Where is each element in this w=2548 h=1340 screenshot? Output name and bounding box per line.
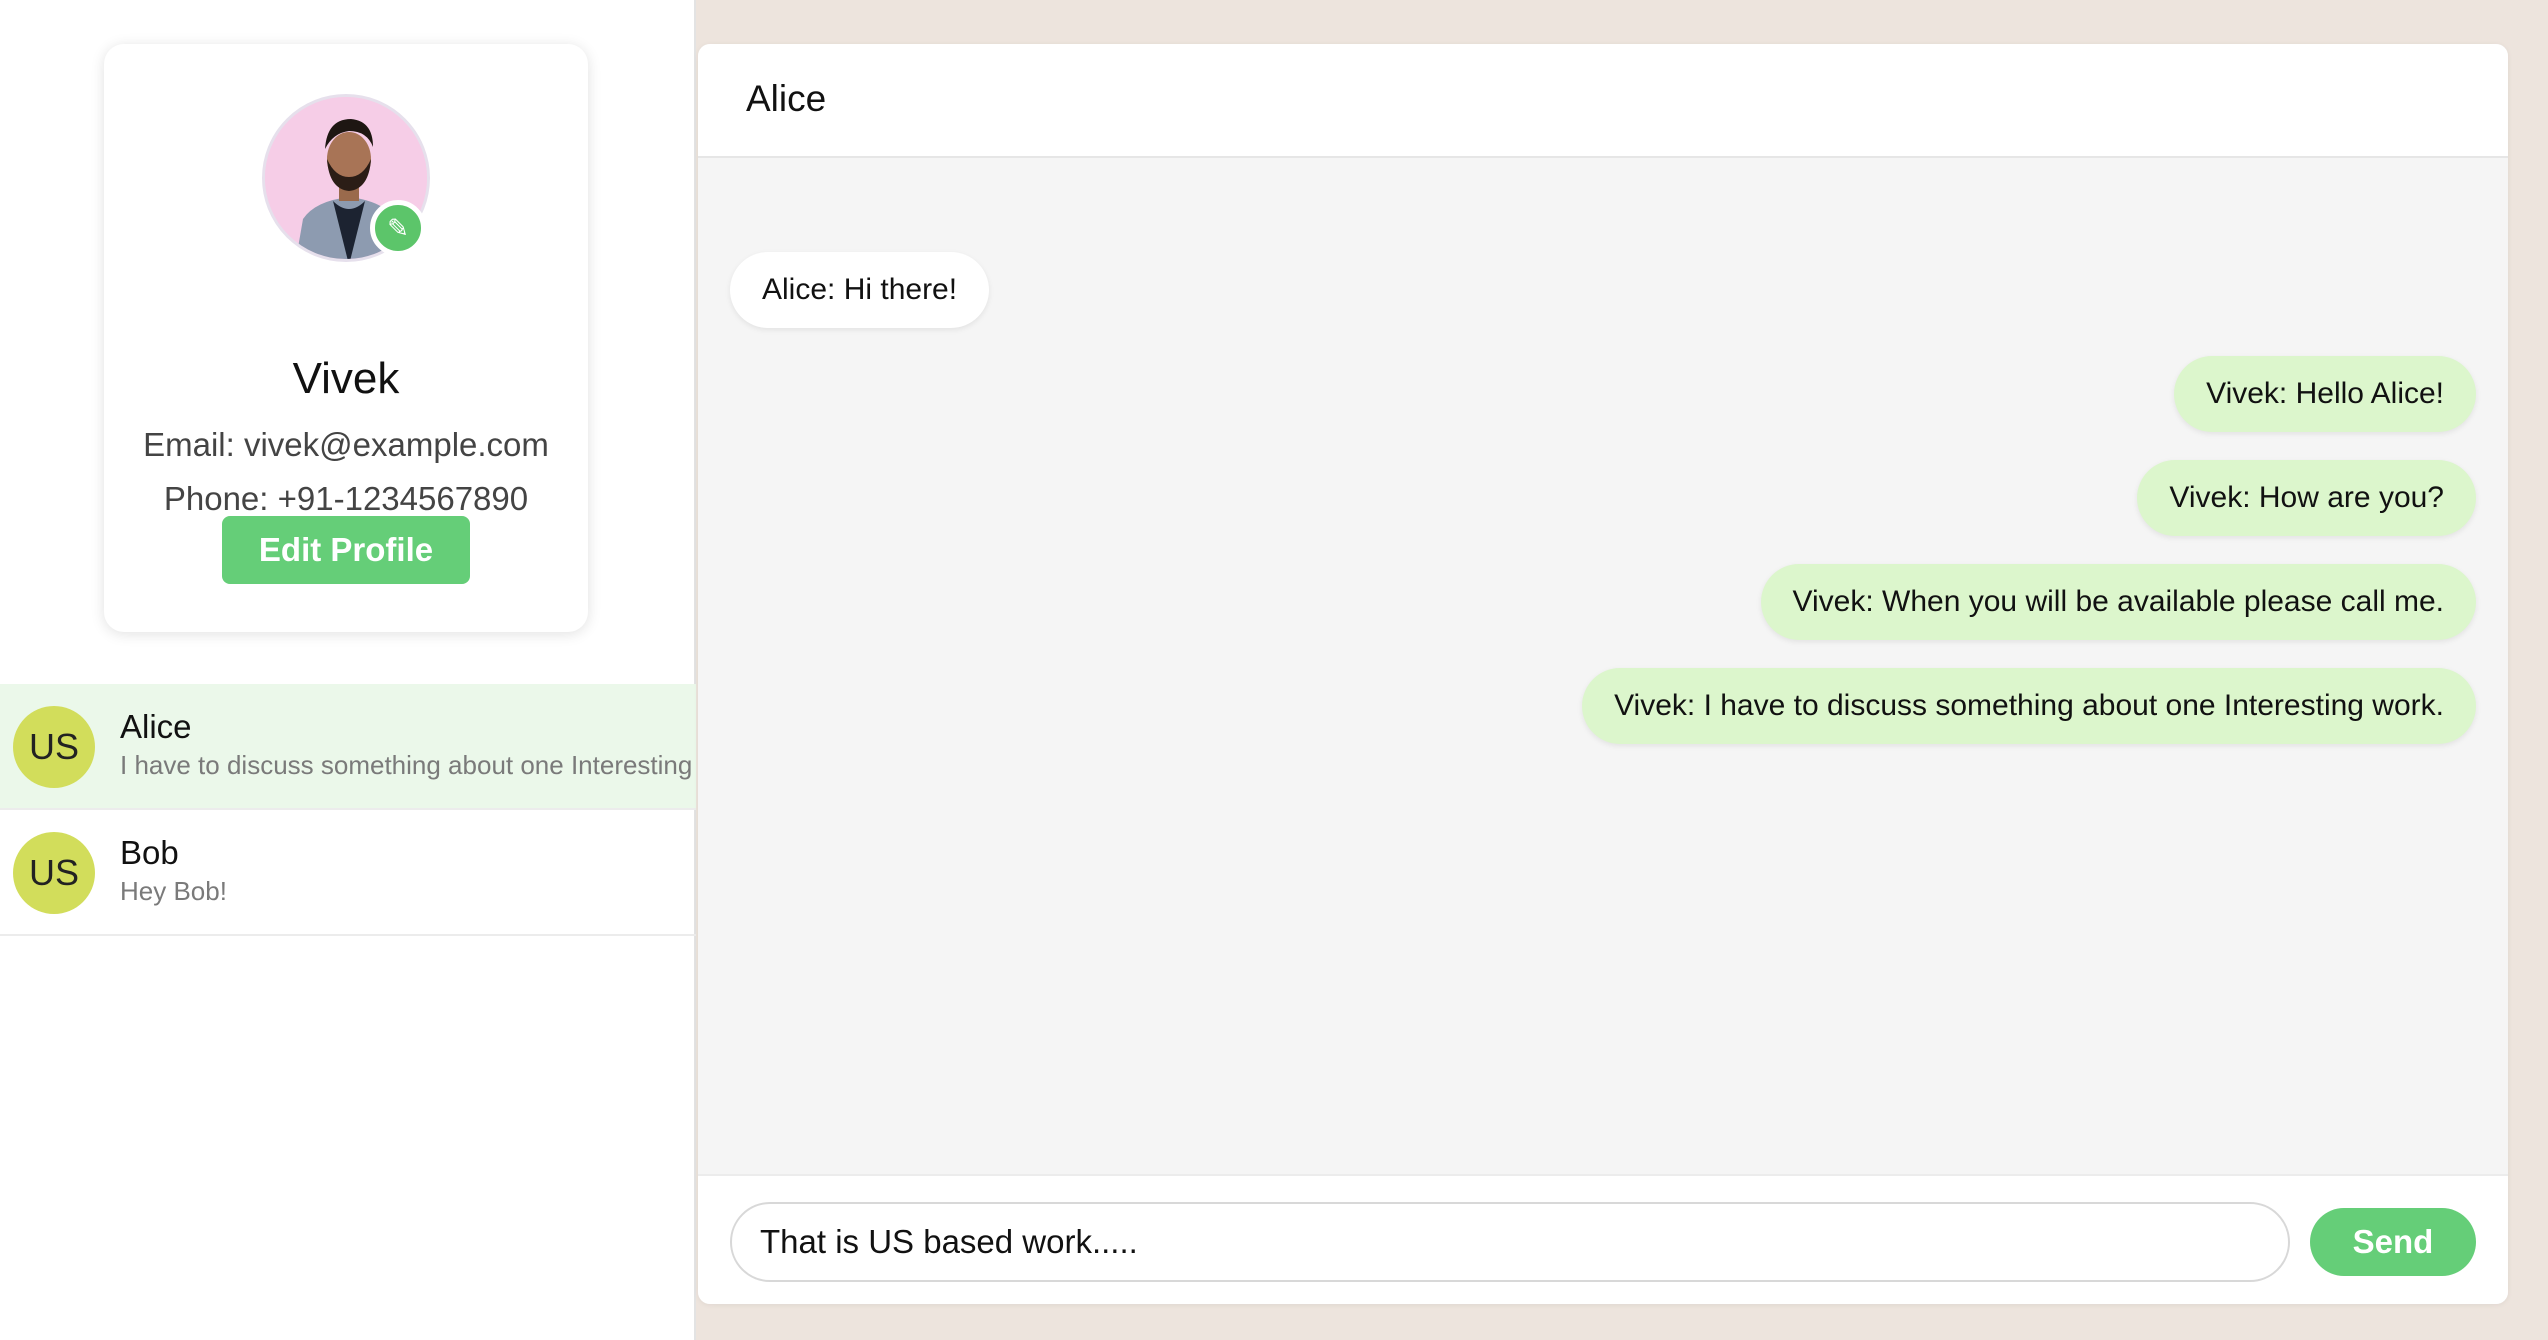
contact-list: US Alice I have to discuss something abo… — [0, 684, 696, 936]
sidebar: ✎ Vivek Email: vivek@example.com Phone: … — [0, 0, 696, 1340]
contact-avatar: US — [13, 832, 95, 914]
chat-header: Alice — [698, 44, 2508, 158]
edit-profile-button[interactable]: Edit Profile — [222, 516, 470, 584]
profile-card: ✎ Vivek Email: vivek@example.com Phone: … — [104, 44, 588, 632]
message-composer: Send — [698, 1174, 2508, 1304]
message-bubble-outgoing: Vivek: Hello Alice! — [2174, 356, 2476, 432]
profile-phone: Phone: +91-1234567890 — [163, 480, 529, 517]
pencil-icon: ✎ — [387, 212, 409, 243]
message-bubble-outgoing: Vivek: When you will be available please… — [1760, 564, 2476, 640]
contact-name: Bob — [120, 834, 179, 871]
profile-name: Vivek — [292, 354, 400, 403]
contact-name: Alice — [120, 708, 192, 745]
chat-title: Alice — [746, 78, 827, 119]
chat-panel: Alice Alice: Hi there! Vivek: Hello Alic… — [698, 44, 2508, 1304]
message-list: Alice: Hi there! Vivek: Hello Alice! Viv… — [698, 158, 2508, 1218]
send-button[interactable]: Send — [2310, 1208, 2476, 1276]
edit-avatar-icon[interactable]: ✎ — [370, 200, 426, 256]
contact-item-alice[interactable]: US Alice I have to discuss something abo… — [0, 684, 696, 810]
message-bubble-outgoing: Vivek: I have to discuss something about… — [1582, 668, 2476, 744]
message-bubble-incoming: Alice: Hi there! — [730, 252, 990, 328]
message-input[interactable] — [730, 1202, 2290, 1282]
profile-email: Email: vivek@example.com — [143, 426, 549, 463]
contact-preview: Hey Bob! — [120, 876, 227, 906]
contact-item-bob[interactable]: US Bob Hey Bob! — [0, 810, 696, 936]
message-bubble-outgoing: Vivek: How are you? — [2137, 460, 2476, 536]
contact-preview: I have to discuss something about one In… — [120, 750, 696, 780]
profile-avatar: ✎ — [262, 94, 430, 262]
contact-avatar: US — [13, 706, 95, 788]
